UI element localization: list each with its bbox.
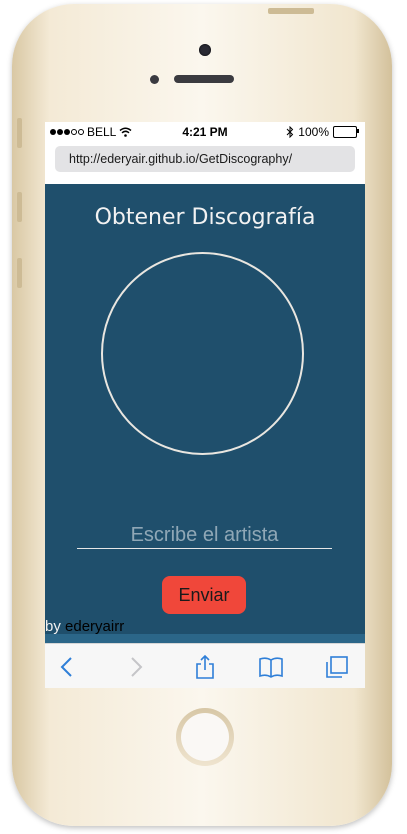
earpiece-speaker [174,75,234,83]
forward-icon[interactable] [123,654,149,680]
mute-switch [17,118,22,148]
phone-screen: BELL 4:21 PM 100% http://ederyair.github… [45,122,365,688]
send-button[interactable]: Enviar [162,576,246,614]
proximity-sensor [150,75,159,84]
status-right: 100% [286,125,359,139]
page-title: Obtener Discografía [94,205,316,230]
browser-toolbar [45,643,365,688]
bluetooth-icon [286,126,294,138]
tabs-icon[interactable] [324,654,350,680]
bookmarks-icon[interactable] [258,654,284,680]
volume-up-button [17,192,22,222]
artist-input[interactable] [77,522,332,549]
volume-down-button [17,258,22,288]
url-bar[interactable]: http://ederyair.github.io/GetDiscography… [55,146,355,172]
credit-author-link[interactable]: ederyairr [65,618,124,635]
back-icon[interactable] [55,654,81,680]
front-camera [199,44,211,56]
content-bottom-stripe [45,634,365,643]
home-button[interactable] [176,708,234,766]
web-content: Obtener Discografía Enviar by ederyairr [45,184,365,635]
status-bar: BELL 4:21 PM 100% [45,122,365,142]
album-art-circle [101,252,304,455]
power-button [268,8,314,14]
battery-percent: 100% [298,125,329,139]
battery-icon [333,126,359,138]
credit-line: by ederyairr [45,618,124,635]
share-icon[interactable] [192,654,218,680]
credit-prefix: by [45,618,61,635]
